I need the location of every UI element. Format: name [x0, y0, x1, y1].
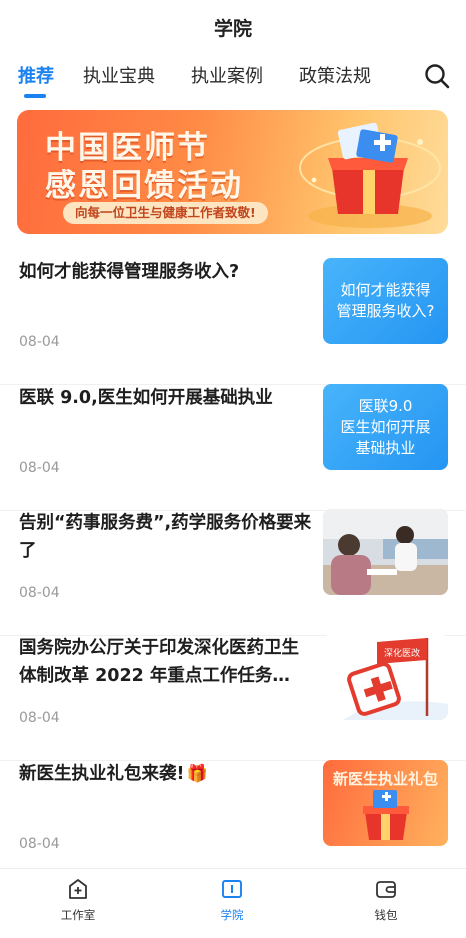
article-date: 08-04 [19, 585, 60, 601]
article-thumbnail: 深化医改 [323, 634, 448, 720]
gift-icon: 🎁 [186, 764, 208, 784]
banner-title-line2: 感恩回馈活动 [45, 168, 243, 204]
gift-box-icon [299, 122, 441, 228]
page-title: 学院 [213, 18, 252, 40]
search-icon [425, 64, 450, 89]
article-title: 告别“药事服务费”,药学服务价格要来了 [19, 513, 312, 561]
nav-studio[interactable]: 工作室 [38, 877, 118, 923]
article-title: 医联 9.0,医生如何开展基础执业 [19, 388, 273, 408]
wallet-icon [376, 881, 396, 898]
article-title-row: 新医生执业礼包来袭! 🎁 [19, 760, 315, 788]
tab-practice-cases[interactable]: 执业案例 [191, 62, 263, 88]
nav-label: 钱包 [374, 908, 398, 922]
banner-subtitle: 向每一位卫生与健康工作者致敬! [63, 202, 268, 224]
article-date: 08-04 [19, 836, 60, 852]
thumbnail-flag-text: 深化医改 [384, 647, 420, 659]
tab-practice-guide[interactable]: 执业宝典 [83, 62, 155, 88]
thumbnail-text-line: 管理服务收入? [336, 302, 435, 320]
article-title: 如何才能获得管理服务收入? [19, 262, 240, 282]
article-title: 国务院办公厅关于印发深化医药卫生体制改革 2022 年重点工作任务… [19, 638, 299, 686]
top-bar: 学院 [0, 0, 466, 56]
article-thumbnail: 如何才能获得 管理服务收入? [323, 258, 448, 344]
article-item[interactable]: 医联 9.0,医生如何开展基础执业 08-04 医联9.0 医生如何开展 基础执… [0, 384, 466, 511]
article-thumbnail: 新医生执业礼包 [323, 760, 448, 846]
gift-box-icon [363, 790, 409, 840]
thumbnail-text-line: 基础执业 [355, 438, 416, 457]
article-item[interactable]: 如何才能获得管理服务收入? 08-04 如何才能获得 管理服务收入? [0, 258, 466, 385]
thumbnail-text-line: 如何才能获得 [340, 281, 431, 299]
search-button[interactable] [423, 62, 451, 90]
bottom-navigation: 工作室 学院 钱包 [0, 868, 466, 938]
article-date: 08-04 [19, 460, 60, 476]
article-date: 08-04 [19, 334, 60, 350]
nav-label: 工作室 [60, 908, 96, 922]
article-thumbnail: 医联9.0 医生如何开展 基础执业 [323, 384, 448, 470]
medical-reform-flag-image: 深化医改 [323, 634, 448, 720]
tab-recommend[interactable]: 推荐 [18, 62, 54, 88]
nav-academy[interactable]: 学院 [192, 877, 272, 923]
article-item[interactable]: 国务院办公厅关于印发深化医药卫生体制改革 2022 年重点工作任务… 08-04… [0, 634, 466, 761]
nav-label: 学院 [220, 908, 244, 922]
doctors-day-banner[interactable]: 中国医师节 感恩回馈活动 向每一位卫生与健康工作者致敬! [17, 110, 448, 234]
book-icon [222, 880, 242, 898]
pharmacy-photo [323, 509, 448, 595]
article-item[interactable]: 告别“药事服务费”,药学服务价格要来了 08-04 [0, 509, 466, 636]
tab-policies[interactable]: 政策法规 [299, 62, 371, 88]
article-thumbnail [323, 509, 448, 595]
thumbnail-text-line: 医联9.0 [358, 396, 413, 415]
category-tabs: 推荐 执业宝典 执业案例 政策法规 [0, 58, 466, 106]
nav-wallet[interactable]: 钱包 [346, 877, 426, 923]
active-tab-indicator [24, 94, 46, 98]
thumbnail-text-line: 医生如何开展 [340, 417, 431, 436]
article-date: 08-04 [19, 710, 60, 726]
studio-plus-icon [69, 879, 87, 899]
article-title: 新医生执业礼包来袭! [19, 764, 185, 784]
